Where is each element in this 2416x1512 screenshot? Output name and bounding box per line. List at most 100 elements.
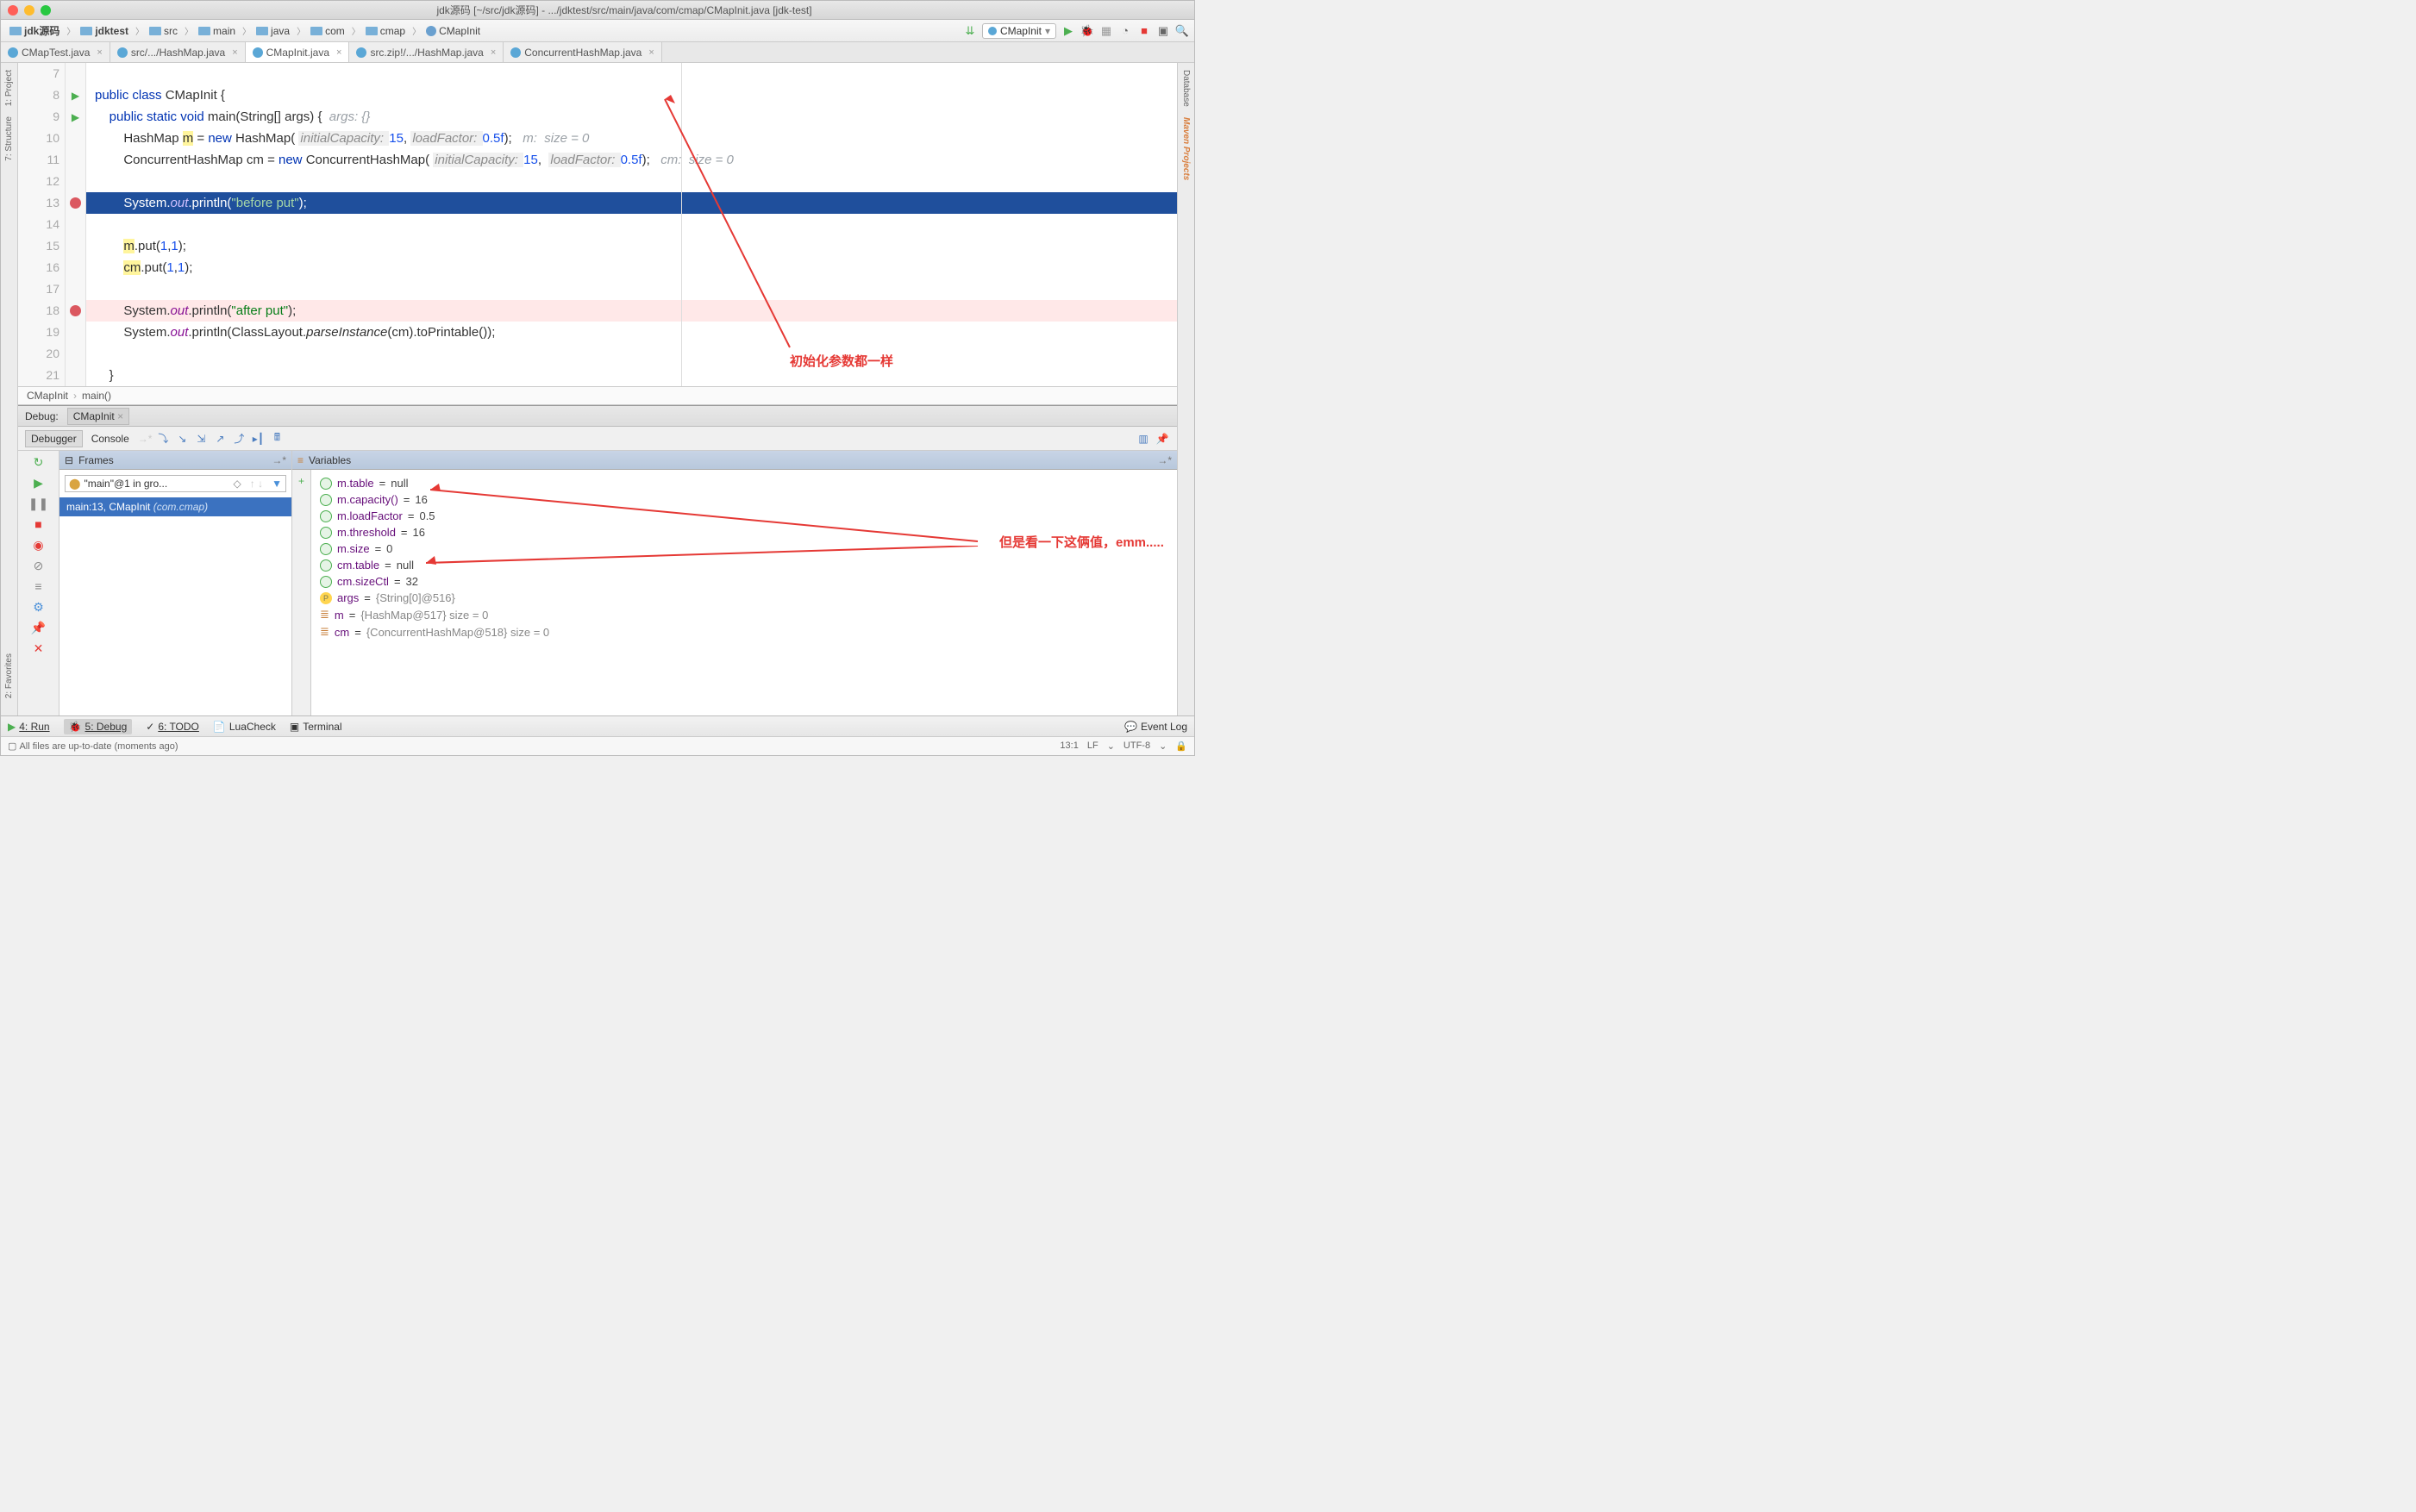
code-line[interactable]: System.out.println("after put"); [86, 300, 1177, 322]
force-step-into-icon[interactable]: ⇲ [193, 431, 209, 447]
breakpoint-icon[interactable] [70, 197, 81, 209]
breadcrumb-item[interactable]: src [146, 24, 183, 38]
breakpoint-icon[interactable] [70, 305, 81, 316]
navigation-bar: jdk源码〉jdktest〉src〉main〉java〉com〉cmap〉CMa… [1, 20, 1194, 42]
tool-window-favorites[interactable]: 2: Favorites [4, 653, 14, 698]
variable-row[interactable]: m.threshold = 16 [320, 524, 1168, 540]
step-into-icon[interactable]: ↘ [174, 431, 190, 447]
variable-row[interactable]: m.size = 0 [320, 540, 1168, 557]
tool-window-database[interactable]: Database [1181, 70, 1191, 107]
run-to-cursor-icon[interactable]: ▸┃ [250, 431, 266, 447]
code-line[interactable] [86, 171, 1177, 192]
line-ending[interactable]: LF [1087, 740, 1098, 752]
tool-debug[interactable]: 🐞5: Debug [64, 719, 133, 734]
variable-row[interactable]: m.loadFactor = 0.5 [320, 508, 1168, 524]
breadcrumb-item[interactable]: com [307, 24, 350, 38]
tool-window-structure[interactable]: 7: Structure [4, 116, 14, 161]
editor-tab[interactable]: src/.../HashMap.java× [110, 42, 246, 62]
code-line[interactable]: public static void main(String[] args) {… [86, 106, 1177, 128]
variable-row[interactable]: ≣m = {HashMap@517} size = 0 [320, 606, 1168, 623]
stack-frame[interactable]: main:13, CMapInit (com.cmap) [59, 497, 291, 516]
pin-icon[interactable]: 📌 [1155, 431, 1170, 447]
lock-icon[interactable]: 🔒 [1175, 740, 1187, 752]
variable-row[interactable]: m.table = null [320, 475, 1168, 491]
close-window-icon[interactable] [8, 5, 18, 16]
run-config-selector[interactable]: CMapInit ▾ [982, 23, 1056, 39]
minimize-window-icon[interactable] [24, 5, 34, 16]
dump-threads-icon[interactable]: ≡ [31, 578, 47, 594]
event-log[interactable]: 💬Event Log [1124, 721, 1187, 733]
step-over-icon[interactable]: ⤵ [155, 431, 171, 447]
coverage-icon[interactable]: ▦ [1099, 24, 1113, 38]
code-line[interactable]: ConcurrentHashMap cm = new ConcurrentHas… [86, 149, 1177, 171]
code-line[interactable]: m.put(1,1); [86, 235, 1177, 257]
editor-tab[interactable]: CMapInit.java× [246, 42, 350, 62]
console-tab[interactable]: Console [86, 431, 135, 447]
tool-window-project[interactable]: 1: Project [4, 70, 14, 106]
debug-session-tab[interactable]: CMapInit × [67, 408, 129, 425]
breadcrumb-item[interactable]: main [195, 24, 241, 38]
breadcrumb-item[interactable]: CMapInit [422, 24, 485, 38]
caret-position[interactable]: 13:1 [1060, 740, 1078, 752]
code-line[interactable] [86, 278, 1177, 300]
variable-row[interactable]: Pargs = {String[0]@516} [320, 590, 1168, 606]
code-line[interactable]: HashMap m = new HashMap( initialCapacity… [86, 128, 1177, 149]
run-icon[interactable]: ▶ [1061, 24, 1075, 38]
add-watch-icon[interactable]: + [298, 475, 304, 487]
tool-luacheck[interactable]: 📄LuaCheck [213, 721, 276, 733]
debug-icon[interactable]: 🐞 [1080, 24, 1094, 38]
variable-row[interactable]: cm.table = null [320, 557, 1168, 573]
close-tab-icon[interactable]: × [97, 47, 102, 58]
close-tab-icon[interactable]: × [336, 47, 341, 58]
sync-icon[interactable]: ⇊ [963, 24, 977, 38]
editor-tab[interactable]: ConcurrentHashMap.java× [504, 42, 662, 62]
code-line[interactable] [86, 343, 1177, 365]
view-breakpoints-icon[interactable]: ◉ [31, 537, 47, 553]
layout-icon[interactable]: ▣ [1156, 24, 1170, 38]
crumb-method[interactable]: main() [82, 390, 111, 402]
code-line[interactable]: } [86, 365, 1177, 386]
code-line[interactable]: System.out.println(ClassLayout.parseInst… [86, 322, 1177, 343]
close-tab-icon[interactable]: × [491, 47, 496, 58]
pause-icon[interactable]: ❚❚ [31, 496, 47, 511]
code-line[interactable] [86, 63, 1177, 84]
rerun-icon[interactable]: ↻ [31, 454, 47, 470]
evaluate-icon[interactable]: 🖩 [269, 431, 285, 447]
tool-window-maven[interactable]: Maven Projects [1181, 117, 1191, 180]
thread-selector[interactable]: ⬤ "main"@1 in gro... ◇ ↑ ↓ ▼ [65, 475, 286, 492]
gear-icon[interactable]: ⚙ [31, 599, 47, 615]
tool-terminal[interactable]: ▣Terminal [290, 721, 342, 733]
resume-icon[interactable]: ▶ [31, 475, 47, 490]
breadcrumb-item[interactable]: jdk源码 [6, 22, 65, 39]
variable-row[interactable]: m.capacity() = 16 [320, 491, 1168, 508]
mute-breakpoints-icon[interactable]: ⊘ [31, 558, 47, 573]
close-debug-icon[interactable]: ✕ [31, 640, 47, 656]
breadcrumb-item[interactable]: java [253, 24, 295, 38]
tool-todo[interactable]: ✓6: TODO [146, 721, 199, 733]
breadcrumb-item[interactable]: cmap [362, 24, 410, 38]
code-line[interactable] [86, 214, 1177, 235]
stop-icon[interactable]: ■ [1137, 24, 1151, 38]
stop-debug-icon[interactable]: ■ [31, 516, 47, 532]
tool-run[interactable]: ▶4: Run [8, 721, 50, 733]
variable-row[interactable]: cm.sizeCtl = 32 [320, 573, 1168, 590]
editor-tab[interactable]: src.zip!/.../HashMap.java× [349, 42, 504, 62]
variable-row[interactable]: ≣cm = {ConcurrentHashMap@518} size = 0 [320, 623, 1168, 640]
code-line[interactable]: cm.put(1,1); [86, 257, 1177, 278]
zoom-window-icon[interactable] [41, 5, 51, 16]
close-tab-icon[interactable]: × [648, 47, 654, 58]
pin2-icon[interactable]: 📌 [31, 620, 47, 635]
code-line[interactable]: public class CMapInit { [86, 84, 1177, 106]
breadcrumb-item[interactable]: jdktest [77, 24, 134, 38]
step-out-icon[interactable]: ↗ [212, 431, 228, 447]
file-encoding[interactable]: UTF-8 [1124, 740, 1150, 752]
debugger-tab[interactable]: Debugger [25, 430, 83, 447]
settings-icon[interactable]: ▥ [1136, 431, 1151, 447]
code-line[interactable]: System.out.println("before put"); [86, 192, 1177, 214]
drop-frame-icon[interactable]: ⤴ [231, 431, 247, 447]
search-icon[interactable]: 🔍 [1175, 24, 1189, 38]
editor-tab[interactable]: CMapTest.java× [1, 42, 110, 62]
profile-icon[interactable]: ◔ [1118, 24, 1132, 38]
close-tab-icon[interactable]: × [232, 47, 237, 58]
crumb-class[interactable]: CMapInit [27, 390, 68, 402]
